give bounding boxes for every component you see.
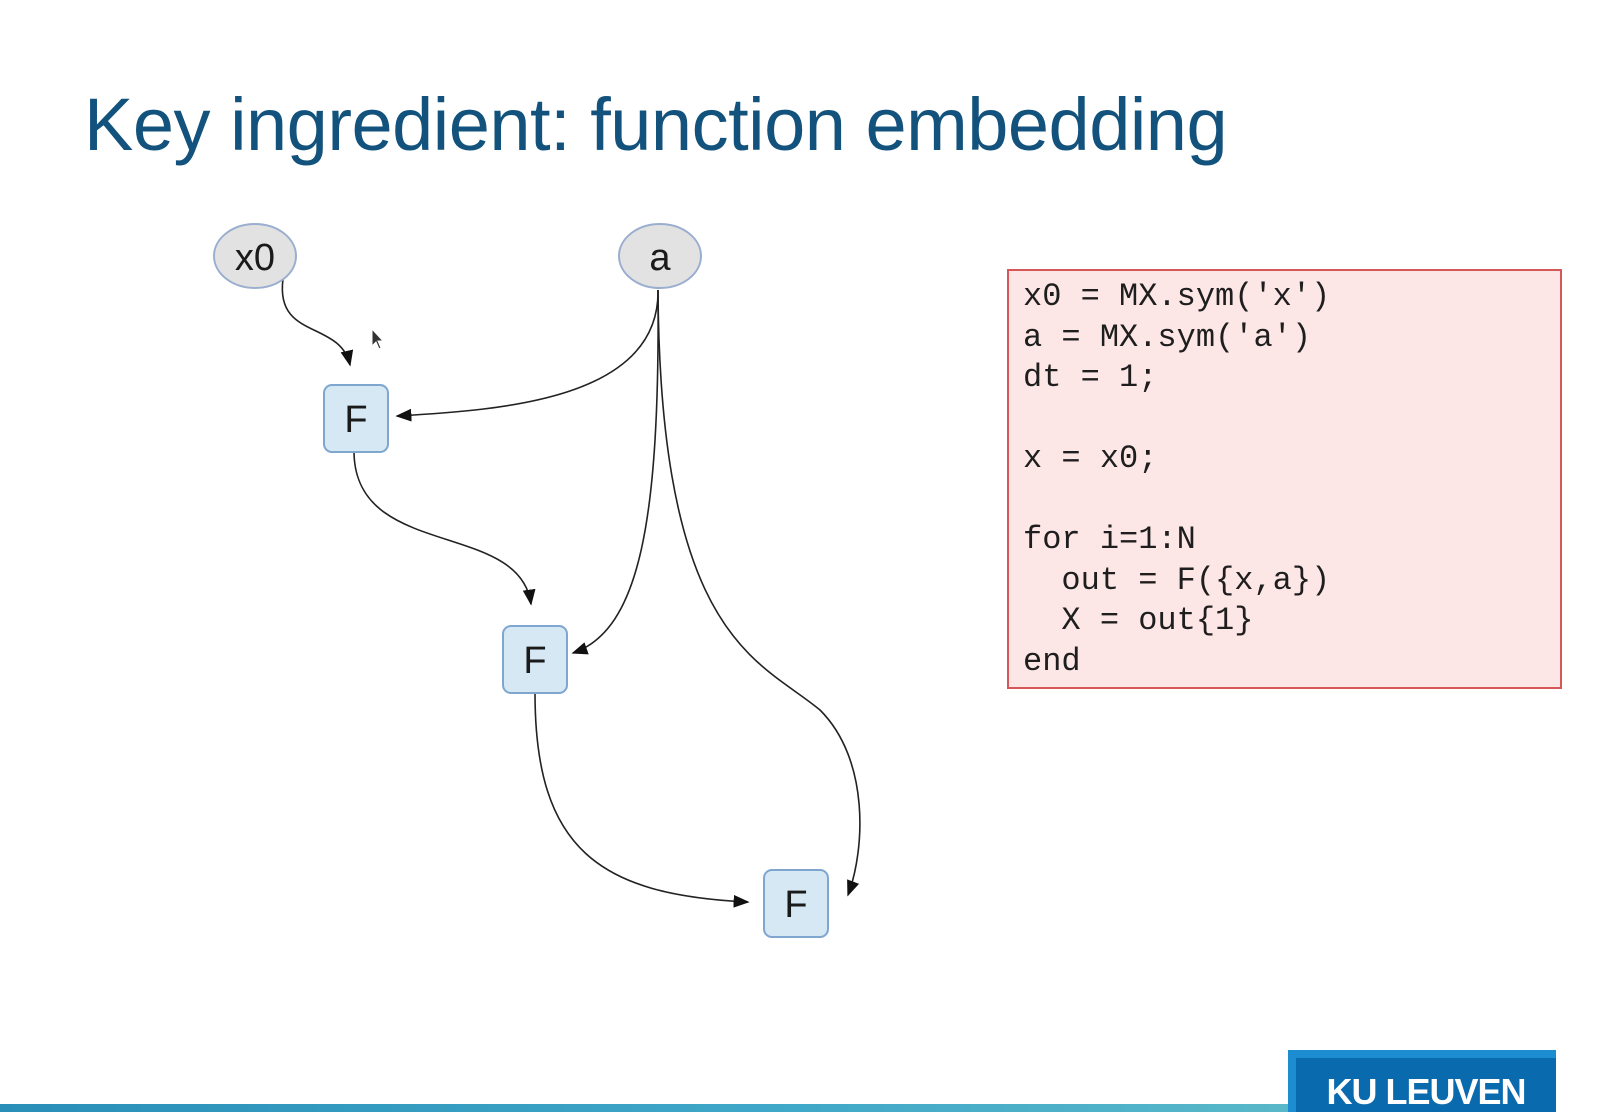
code-line: dt = 1;	[1023, 359, 1158, 396]
code-line: out = F({x,a})	[1023, 561, 1331, 599]
slide: Key ingredient: function embedding x0 a …	[0, 0, 1600, 1112]
code-line: end	[1023, 642, 1081, 680]
node-F3-label: F	[784, 884, 807, 926]
logo-text: KU LEUVEN	[1326, 1071, 1526, 1112]
node-F1-label: F	[344, 399, 367, 441]
node-F2-label: F	[523, 640, 546, 682]
logo-panel: KU LEUVEN	[1296, 1058, 1556, 1112]
edge-F1-to-F2	[353, 451, 536, 606]
node-F1: F	[323, 384, 389, 453]
node-F3: F	[763, 869, 829, 938]
code-line: x = x0;	[1023, 440, 1158, 477]
edge-F2-to-F3	[534, 692, 750, 908]
ku-leuven-logo: KU LEUVEN	[1288, 1050, 1556, 1112]
node-a-label: a	[649, 237, 671, 279]
edge-x0-to-F1	[281, 278, 354, 367]
code-line: for i=1:N	[1023, 521, 1196, 558]
node-x0-label: x0	[235, 237, 275, 279]
code-line: a = MX.sym('a')	[1023, 318, 1312, 356]
mouse-cursor-icon	[371, 328, 385, 350]
code-line: x0 = MX.sym('x')	[1023, 278, 1331, 315]
edge-a-to-F2	[571, 289, 659, 655]
node-a: a	[618, 223, 702, 289]
edge-a-to-F3	[657, 289, 861, 897]
node-F2: F	[502, 625, 568, 694]
footer-bar	[0, 1104, 1288, 1112]
code-line: X = out{1}	[1023, 602, 1254, 639]
code-box: x0 = MX.sym('x') a = MX.sym('a') dt = 1;…	[1007, 269, 1562, 689]
edge-a-to-F1	[395, 289, 659, 422]
node-x0: x0	[213, 223, 297, 289]
